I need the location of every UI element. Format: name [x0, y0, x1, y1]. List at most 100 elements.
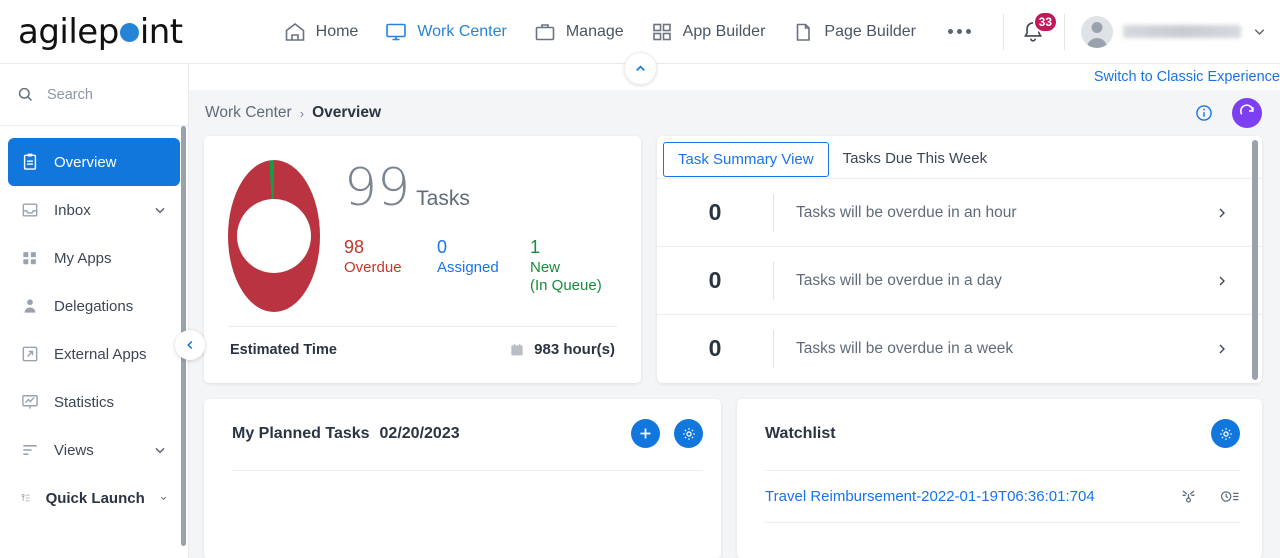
stat-new-label: New (In Queue) — [530, 258, 602, 294]
stat-overdue[interactable]: 98 Overdue — [344, 236, 437, 295]
chevron-right-icon[interactable] — [1214, 273, 1230, 289]
chevron-down-icon — [160, 496, 166, 500]
sidebar-item-delegations[interactable]: Delegations — [8, 282, 180, 330]
switch-to-classic-link[interactable]: Switch to Classic Experience — [1094, 69, 1280, 85]
header-collapse-button[interactable] — [624, 52, 657, 85]
total-row: 99 Tasks — [344, 162, 623, 214]
breadcrumb-separator: › — [299, 105, 305, 121]
stat-overdue-value: 98 — [344, 237, 365, 257]
content-scrollbar[interactable] — [1252, 140, 1258, 380]
chevron-right-icon[interactable] — [1214, 341, 1230, 357]
notifications-button[interactable]: 33 — [1020, 10, 1058, 47]
search-placeholder: Search — [47, 86, 93, 103]
planned-card-date: 02/20/2023 — [379, 424, 460, 442]
info-icon[interactable] — [1194, 103, 1214, 123]
planned-card-title: My Planned Tasks — [232, 424, 370, 442]
sidebar-collapse-button[interactable] — [175, 330, 205, 360]
header-divider-1 — [1003, 13, 1004, 50]
watchlist-item-link[interactable]: Travel Reimbursement-2022-01-19T06:36:01… — [765, 488, 1095, 505]
total-task-label: Tasks — [416, 187, 470, 210]
summary-tabs: Task Summary View Tasks Due This Week — [657, 136, 1262, 178]
row-divider — [773, 329, 774, 368]
calendar-icon — [511, 343, 523, 355]
process-diagram-icon[interactable] — [1179, 487, 1198, 506]
nav-item-home[interactable]: Home — [283, 20, 358, 44]
nav-label-work-center: Work Center — [417, 22, 507, 40]
nav-item-work-center[interactable]: Work Center — [384, 20, 507, 44]
agilepoint-logo[interactable]: agilep int — [18, 12, 183, 52]
user-menu[interactable] — [1081, 15, 1268, 48]
monitor-icon — [386, 23, 407, 40]
sidebar-item-quick-launch[interactable]: Quick Launch — [8, 474, 180, 522]
sidebar-item-external-apps[interactable]: External Apps — [8, 330, 180, 378]
summary-row-overdue-week[interactable]: 0 Tasks will be overdue in a week — [657, 314, 1262, 382]
sidebar-label-external-apps: External Apps — [54, 345, 147, 363]
search-input[interactable]: Search — [0, 64, 188, 126]
estimated-time-value-group: 983 hour(s) — [509, 341, 615, 358]
summary-text-day: Tasks will be overdue in a day — [796, 271, 1002, 289]
chevron-left-icon — [187, 340, 193, 350]
tab-tasks-due-this-week[interactable]: Tasks Due This Week — [829, 142, 1002, 175]
briefcase-icon — [535, 23, 555, 40]
watchlist-card-header: Watchlist — [765, 419, 1240, 448]
nav-item-app-builder[interactable]: App Builder — [650, 20, 766, 44]
total-task-count: 99 — [344, 158, 411, 218]
summary-row-overdue-hour[interactable]: 0 Tasks will be overdue in an hour — [657, 178, 1262, 246]
summary-count-hour: 0 — [708, 199, 722, 225]
clock-history-icon[interactable] — [1220, 487, 1240, 506]
chevron-down-icon — [1254, 29, 1265, 35]
person-icon — [24, 299, 36, 313]
stat-new-in-queue[interactable]: 1 New (In Queue) — [530, 236, 623, 295]
logo-text-first: agilep — [18, 11, 119, 52]
home-icon — [285, 22, 304, 41]
nav-item-page-builder[interactable]: Page Builder — [791, 20, 916, 44]
chevron-right-icon[interactable] — [1214, 205, 1230, 221]
sidebar-label-delegations: Delegations — [54, 297, 134, 315]
refresh-icon — [1239, 103, 1254, 115]
sidebar-item-views[interactable]: Views — [8, 426, 180, 474]
chart-icon — [22, 395, 38, 409]
header-right-cluster: 33 — [987, 10, 1280, 50]
planned-settings-button[interactable] — [674, 419, 704, 448]
dashboard-cards: 99 Tasks 98 Overdue 0 Assigned 1 New (In… — [189, 136, 1280, 558]
add-planned-task-button[interactable] — [631, 419, 661, 448]
sidebar-item-overview[interactable]: Overview — [8, 138, 180, 186]
page-actions — [1194, 98, 1280, 128]
summary-row-overdue-day[interactable]: 0 Tasks will be overdue in a day — [657, 246, 1262, 314]
chevron-down-icon — [155, 447, 165, 454]
more-menu-ellipsis-icon[interactable] — [948, 29, 972, 34]
estimated-time-value: 983 hour(s) — [534, 341, 615, 358]
estimated-time-row: Estimated Time 983 hour(s) — [222, 327, 623, 358]
tasks-donut-chart[interactable] — [228, 160, 320, 312]
estimated-time-label: Estimated Time — [230, 341, 337, 358]
stat-assigned[interactable]: 0 Assigned — [437, 236, 530, 295]
tab-task-summary-view[interactable]: Task Summary View — [663, 142, 829, 177]
nav-label-manage: Manage — [565, 22, 624, 40]
work-center-overview-page: agilep int Home Work Center Manage App B… — [0, 0, 1280, 558]
nav-label-app-builder: App Builder — [682, 22, 766, 40]
watchlist-settings-button[interactable] — [1211, 419, 1240, 448]
watchlist-card-title: Watchlist — [765, 424, 836, 442]
switch-experience-bar: Switch to Classic Experience — [189, 64, 1280, 90]
stat-assigned-label: Assigned — [437, 258, 499, 276]
sidebar-item-inbox[interactable]: Inbox — [8, 186, 180, 234]
sidebar-label-inbox: Inbox — [54, 201, 91, 219]
sidebar-label-statistics: Statistics — [54, 393, 115, 411]
row-divider — [773, 261, 774, 300]
breadcrumb: Work Center › Overview — [189, 90, 1280, 136]
quick-launch-icon — [21, 494, 30, 502]
gear-icon — [1219, 427, 1232, 440]
stat-overdue-label: Overdue — [344, 258, 402, 276]
refresh-button[interactable] — [1232, 98, 1262, 128]
sidebar-item-my-apps[interactable]: My Apps — [8, 234, 180, 282]
gear-icon — [682, 427, 695, 440]
summary-count-week: 0 — [708, 335, 722, 361]
donut-hole — [237, 199, 311, 273]
external-link-icon — [22, 346, 38, 362]
breadcrumb-work-center[interactable]: Work Center — [205, 104, 292, 122]
sidebar-item-statistics[interactable]: Statistics — [8, 378, 180, 426]
stat-new-value: 1 — [530, 237, 541, 257]
nav-item-manage[interactable]: Manage — [533, 20, 624, 44]
apps-grid-icon — [23, 252, 36, 265]
chevron-down-icon — [155, 207, 165, 214]
